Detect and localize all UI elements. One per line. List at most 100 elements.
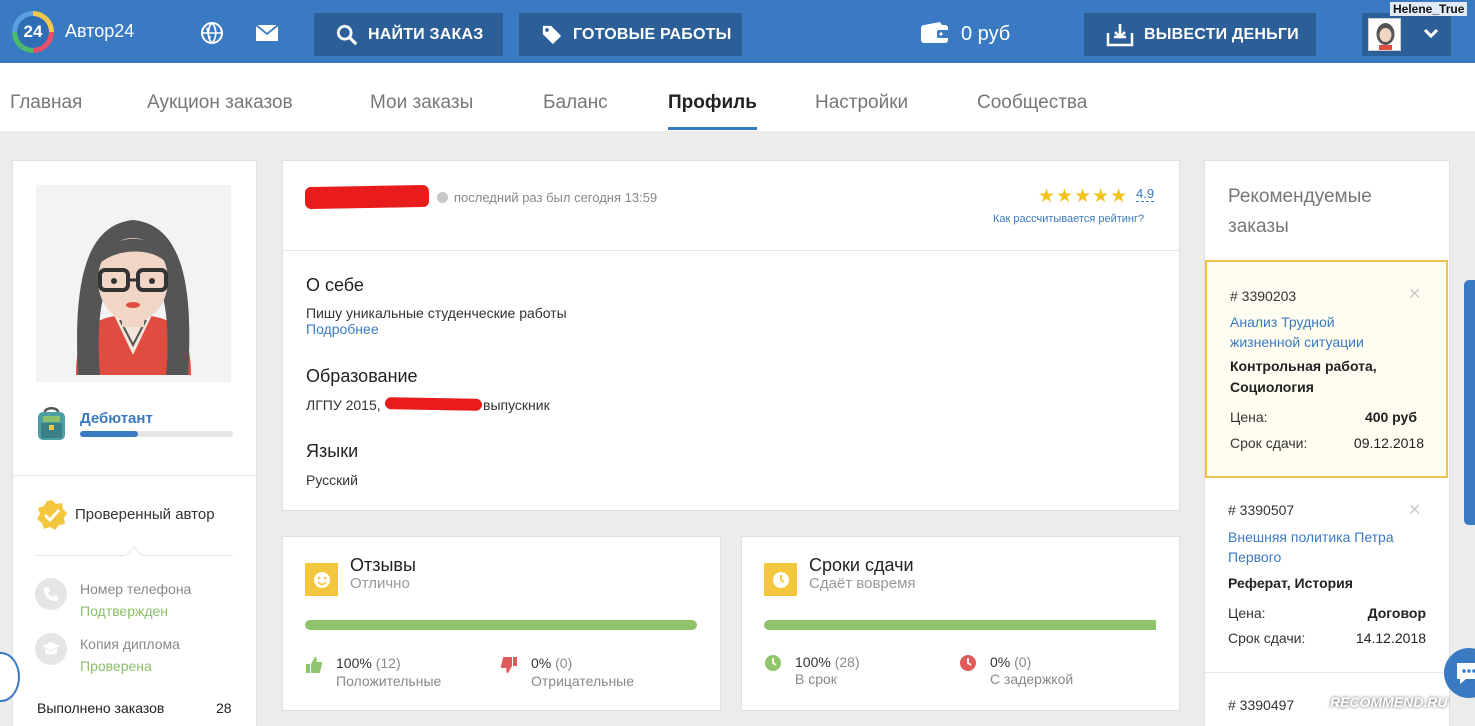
- late-stat: 0% (0): [990, 654, 1031, 670]
- positive-label: Положительные: [336, 673, 442, 689]
- smile-icon: [305, 563, 338, 596]
- ready-works-button[interactable]: ГОТОВЫЕ РАБОТЫ: [519, 13, 742, 56]
- positive-value: 100%: [336, 655, 372, 671]
- reviews-bar: [305, 620, 697, 630]
- username: Helene_True: [1390, 2, 1468, 16]
- negative-reviews: 0% (0): [531, 655, 572, 671]
- status-dot: [437, 192, 448, 203]
- education-title: Образование: [306, 366, 418, 386]
- thumbs-up-icon: [306, 657, 323, 673]
- about-title: О себе: [306, 275, 364, 295]
- download-icon: [1106, 23, 1134, 46]
- ready-works-label: ГОТОВЫЕ РАБОТЫ: [573, 25, 732, 43]
- tab-profile[interactable]: Профиль: [668, 92, 757, 114]
- verified-author-label: Проверенный автор: [75, 506, 215, 523]
- withdraw-button[interactable]: ВЫВЕСТИ ДЕНЬГИ: [1084, 13, 1316, 56]
- search-icon: [336, 24, 358, 45]
- tab-home[interactable]: Главная: [10, 92, 82, 114]
- scrollbar[interactable]: [1464, 280, 1475, 525]
- late-label: С задержкой: [990, 671, 1074, 687]
- order-number: # 3390203: [1230, 288, 1297, 304]
- rating-stars: ★★★★★: [1038, 186, 1129, 207]
- order-deadline: 09.12.2018: [1353, 435, 1424, 451]
- main-nav: Главная Аукцион заказов Мои заказы Балан…: [0, 63, 1475, 131]
- top-bar: 24 Автор24 НАЙТИ ЗАКАЗ ГОТОВЫЕ РАБОТЫ 0 …: [0, 0, 1475, 63]
- order-deadline-label: Срок сдачи:: [1230, 435, 1308, 451]
- envelope-icon[interactable]: [255, 21, 279, 45]
- order-deadline-label: Срок сдачи:: [1228, 630, 1306, 646]
- languages-text: Русский: [306, 472, 358, 488]
- phone-status: Подтвержден: [80, 603, 169, 619]
- about-text: Пишу уникальные студенческие работы: [306, 305, 567, 321]
- redacted-name: [304, 184, 430, 210]
- tag-icon: [542, 25, 562, 44]
- withdraw-label: ВЫВЕСТИ ДЕНЬГИ: [1144, 25, 1299, 43]
- avatar: [1368, 18, 1401, 51]
- tab-auction[interactable]: Аукцион заказов: [147, 92, 293, 114]
- tab-my-orders[interactable]: Мои заказы: [370, 92, 473, 114]
- negative-count: (0): [555, 655, 573, 671]
- divider: [1205, 672, 1449, 673]
- phone-icon: [35, 578, 67, 610]
- divider: [283, 250, 1179, 251]
- level-progress: [80, 431, 233, 437]
- late-value: 0%: [990, 654, 1011, 670]
- tab-communities[interactable]: Сообщества: [977, 92, 1087, 114]
- late-count: (0): [1014, 654, 1032, 670]
- phone-label: Номер телефона: [80, 581, 192, 597]
- rating-info-link[interactable]: Как рассчитывается рейтинг?: [993, 213, 1144, 225]
- reviews-title: Отзывы: [350, 555, 416, 575]
- watermark: RECOMMEND.RU: [1330, 694, 1448, 710]
- verified-badge-icon: [37, 500, 67, 530]
- order-deadline: 14.12.2018: [1355, 630, 1426, 646]
- orders-done-value: 28: [216, 700, 232, 716]
- close-icon[interactable]: ✕: [1408, 500, 1421, 520]
- order-price: 400 руб: [1364, 409, 1417, 425]
- thumbs-down-icon: [500, 657, 517, 673]
- chevron-down-icon: [1424, 29, 1438, 39]
- deadlines-bar: [764, 620, 1156, 630]
- backpack-icon: [38, 407, 65, 440]
- level-progress-fill: [80, 431, 139, 437]
- order-price-label: Цена:: [1230, 409, 1268, 425]
- diploma-icon: [35, 633, 67, 665]
- ontime-value: 100%: [795, 654, 831, 670]
- user-menu[interactable]: [1362, 13, 1451, 56]
- author-level[interactable]: Дебютант: [80, 410, 153, 427]
- logo-text[interactable]: Автор24: [65, 21, 134, 42]
- order-price-label: Цена:: [1228, 605, 1266, 621]
- more-link[interactable]: Подробнее: [306, 321, 379, 337]
- find-order-label: НАЙТИ ЗАКАЗ: [368, 25, 484, 43]
- profile-avatar[interactable]: [36, 185, 231, 382]
- clock-icon: [764, 563, 797, 596]
- ontime-clock-icon: [765, 655, 781, 671]
- logo-number: 24: [17, 16, 49, 48]
- order-title-link[interactable]: Внешняя политика Петра Первого: [1228, 527, 1428, 567]
- find-order-button[interactable]: НАЙТИ ЗАКАЗ: [314, 13, 503, 56]
- diploma-label: Копия диплома: [80, 636, 180, 652]
- order-type: Реферат, История: [1228, 575, 1353, 591]
- tab-settings[interactable]: Настройки: [815, 92, 908, 114]
- order-number: # 3390507: [1228, 502, 1295, 518]
- wallet-icon: [921, 22, 949, 43]
- redacted-education: [384, 397, 483, 411]
- education-suffix: выпускник: [483, 397, 550, 413]
- close-icon[interactable]: ✕: [1408, 284, 1421, 304]
- negative-label: Отрицательные: [531, 673, 635, 689]
- order-title-link[interactable]: Анализ Трудной жизненной ситуации: [1230, 312, 1400, 352]
- recommended-title: Рекомендуемые заказы: [1228, 186, 1372, 237]
- order-number: # 3390497: [1228, 697, 1295, 713]
- active-tab-indicator: [668, 127, 757, 130]
- positive-count: (12): [375, 655, 401, 671]
- languages-title: Языки: [306, 441, 359, 461]
- deadlines-title: Сроки сдачи: [809, 555, 914, 575]
- tab-balance[interactable]: Баланс: [543, 92, 608, 114]
- ontime-label: В срок: [795, 671, 837, 687]
- last-seen: последний раз был сегодня 13:59: [437, 190, 657, 205]
- balance-value[interactable]: 0 руб: [961, 23, 1010, 46]
- globe-icon[interactable]: [200, 21, 224, 45]
- ontime-count: (28): [834, 654, 860, 670]
- logo[interactable]: 24: [12, 11, 54, 53]
- rating-value[interactable]: 4.9: [1136, 186, 1155, 202]
- reviews-subtitle: Отлично: [350, 575, 410, 592]
